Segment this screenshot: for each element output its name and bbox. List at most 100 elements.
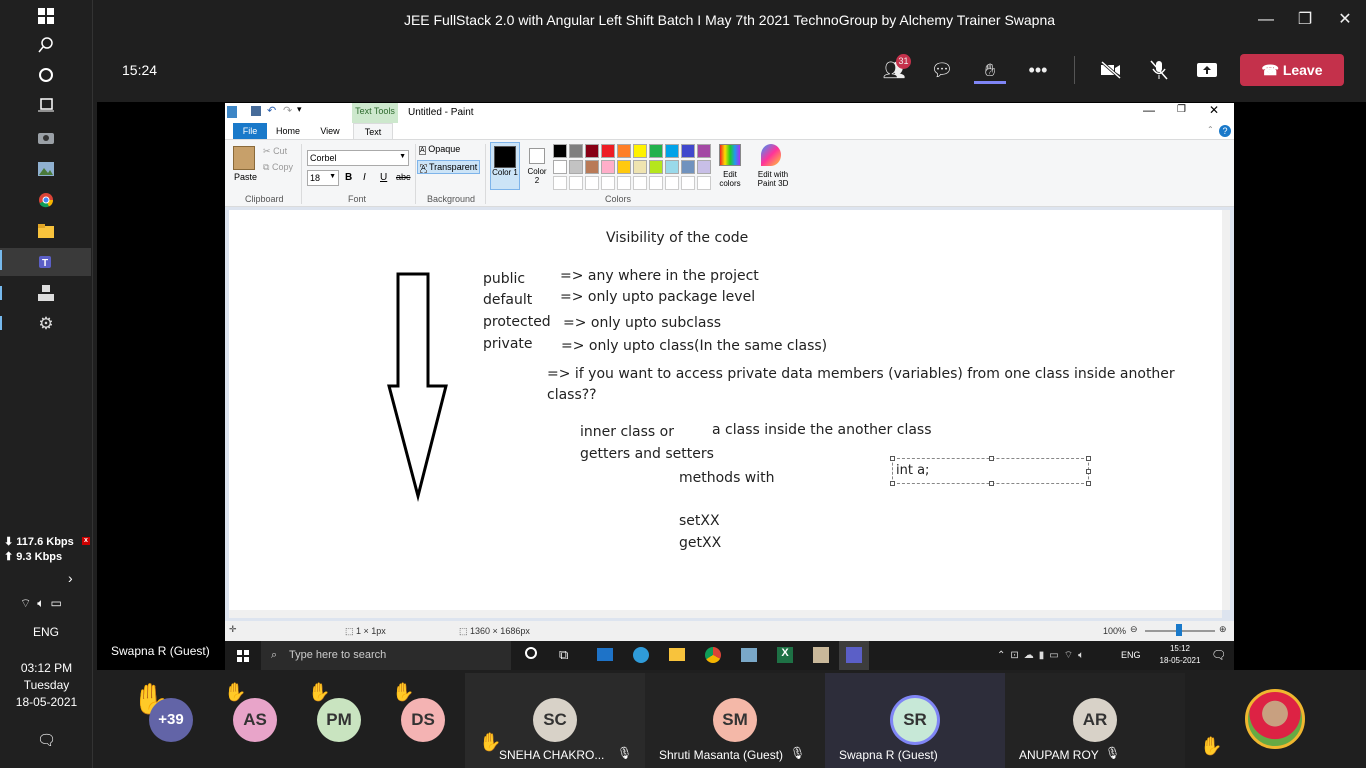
cortana-icon[interactable]	[525, 647, 537, 659]
zoom-in-icon[interactable]: ⊕	[1219, 624, 1227, 635]
tab-home[interactable]: Home	[271, 123, 305, 139]
palette-swatch[interactable]	[569, 144, 583, 158]
palette-swatch[interactable]	[697, 160, 711, 174]
color2-button[interactable]: Color 2	[525, 142, 549, 190]
palette-swatch[interactable]	[617, 160, 631, 174]
palette-swatch[interactable]	[585, 144, 599, 158]
taskbar-search-box[interactable]: ⌕ Type here to search	[261, 641, 511, 670]
teams-icon[interactable]: T	[0, 248, 91, 276]
vertical-scrollbar[interactable]	[1222, 210, 1230, 610]
cut-button[interactable]: ✂ Cut	[263, 146, 287, 157]
bold-icon[interactable]: B	[345, 172, 352, 183]
palette-swatch[interactable]	[681, 144, 695, 158]
font-size-select[interactable]: 18 ▼	[307, 170, 339, 186]
resize-handle[interactable]	[1086, 481, 1091, 486]
opaque-button[interactable]: A Opaque	[419, 144, 460, 155]
file-explorer-icon[interactable]	[30, 217, 62, 245]
avatar[interactable]: PM	[317, 698, 361, 742]
notifications-icon[interactable]: 🗨︎	[1211, 648, 1226, 662]
settings-gear-icon[interactable]: ⚙	[30, 310, 62, 338]
network-app-icon[interactable]	[30, 279, 62, 307]
camera-off-icon[interactable]	[1095, 56, 1127, 84]
resize-handle[interactable]	[989, 456, 994, 461]
undo-icon[interactable]: ↶	[267, 104, 276, 117]
palette-swatch[interactable]	[601, 144, 615, 158]
cortana-icon[interactable]	[30, 61, 62, 89]
font-family-select[interactable]: Corbel ▼	[307, 150, 409, 166]
color1-button[interactable]: Color 1	[490, 142, 520, 190]
minimize-icon[interactable]: —	[1246, 0, 1286, 40]
raise-hand-icon[interactable]: ✋︎	[974, 56, 1006, 84]
palette-swatch[interactable]	[553, 144, 567, 158]
resize-handle[interactable]	[890, 481, 895, 486]
mic-off-icon[interactable]	[1143, 56, 1175, 84]
teams-taskbar-item[interactable]	[839, 641, 869, 670]
avatar[interactable]: DS	[401, 698, 445, 742]
volume-icon[interactable]: 🔈︎	[37, 596, 50, 610]
chrome-icon[interactable]	[30, 186, 62, 214]
file-explorer-icon[interactable]	[669, 648, 685, 661]
palette-swatch-empty[interactable]	[681, 176, 695, 190]
edit-colors-icon[interactable]	[719, 144, 741, 166]
text-box-selection[interactable]: int a;	[890, 456, 1091, 486]
taskbar-clock[interactable]: 15:12 18-05-2021	[1155, 643, 1205, 667]
paint3d-icon[interactable]	[761, 144, 781, 166]
chrome-icon[interactable]	[705, 647, 721, 663]
copy-button[interactable]: ⧉ Copy	[263, 162, 293, 173]
palette-swatch[interactable]	[633, 144, 647, 158]
palette-swatch-empty[interactable]	[585, 176, 599, 190]
palette-swatch[interactable]	[553, 160, 567, 174]
close-icon[interactable]: x	[82, 537, 90, 545]
paint-taskbar-icon[interactable]	[813, 647, 829, 663]
wifi-icon[interactable]: ⌔	[20, 596, 37, 610]
underline-icon[interactable]: U	[380, 172, 387, 183]
redo-icon[interactable]: ↷	[283, 104, 292, 117]
palette-swatch[interactable]	[569, 160, 583, 174]
edge-icon[interactable]	[633, 647, 649, 663]
edit-colors-button[interactable]: Edit colors	[715, 170, 745, 188]
photos-app-icon[interactable]	[30, 155, 62, 183]
zoom-slider-thumb[interactable]	[1176, 624, 1182, 636]
drawing-canvas[interactable]: Visibility of the code public default pr…	[229, 210, 1222, 610]
more-options-icon[interactable]: •••	[1022, 56, 1054, 84]
palette-swatch[interactable]	[649, 160, 663, 174]
collapse-ribbon-icon[interactable]: ⌃	[1207, 125, 1214, 134]
excel-icon[interactable]: X	[777, 647, 793, 663]
help-icon[interactable]: ?	[1219, 125, 1231, 137]
zoom-out-icon[interactable]: ⊖	[1130, 624, 1138, 635]
avatar[interactable]: AS	[233, 698, 277, 742]
palette-swatch[interactable]	[617, 144, 631, 158]
palette-swatch-empty[interactable]	[697, 176, 711, 190]
paint-restore-icon[interactable]: ❐	[1177, 104, 1186, 115]
palette-swatch-empty[interactable]	[553, 176, 567, 190]
self-video-avatar[interactable]	[1245, 689, 1305, 749]
language-indicator[interactable]: ENG	[33, 625, 59, 639]
tab-view[interactable]: View	[313, 123, 347, 139]
palette-swatch-empty[interactable]	[569, 176, 583, 190]
overflow-participants-avatar[interactable]: +39	[149, 698, 193, 742]
leave-button[interactable]: ☎︎ Leave	[1240, 54, 1344, 86]
chevron-right-icon[interactable]: ›	[68, 570, 73, 586]
italic-icon[interactable]: I	[363, 172, 366, 183]
paste-icon[interactable]	[233, 146, 255, 170]
palette-swatch[interactable]	[665, 144, 679, 158]
taskbar-lang[interactable]: ENG	[1121, 650, 1141, 660]
participants-button[interactable]: 👥︎ 31	[878, 54, 911, 84]
windows-start-icon[interactable]	[237, 649, 249, 667]
transparent-button[interactable]: A Transparent	[417, 160, 481, 174]
palette-swatch-empty[interactable]	[601, 176, 615, 190]
task-view-icon[interactable]	[30, 91, 62, 119]
palette-swatch-empty[interactable]	[633, 176, 647, 190]
paste-button[interactable]: Paste	[234, 172, 257, 182]
tab-file[interactable]: File	[233, 123, 267, 139]
palette-swatch-empty[interactable]	[665, 176, 679, 190]
tray-icons[interactable]: ⌃⊡☁▮▭⌔🔈︎	[997, 649, 1089, 662]
palette-swatch[interactable]	[633, 160, 647, 174]
palette-swatch[interactable]	[681, 160, 695, 174]
palette-swatch[interactable]	[649, 144, 663, 158]
palette-swatch[interactable]	[665, 160, 679, 174]
strikethrough-icon[interactable]: abc	[396, 172, 411, 182]
palette-swatch[interactable]	[585, 160, 599, 174]
restore-icon[interactable]: ❐	[1285, 0, 1325, 40]
app-icon[interactable]	[741, 648, 757, 662]
